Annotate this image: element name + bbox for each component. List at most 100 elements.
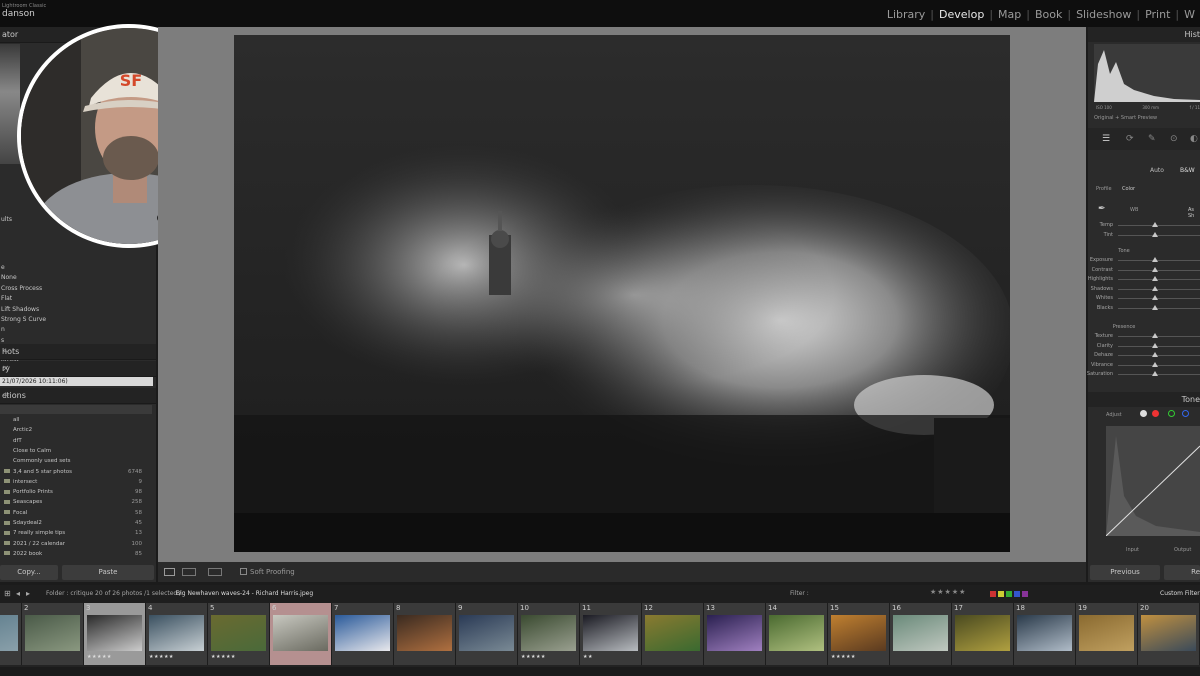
slider-thumb[interactable]: [1151, 295, 1158, 301]
auto-button[interactable]: Auto: [1150, 167, 1164, 174]
filmstrip-thumbnail[interactable]: 9: [456, 603, 518, 665]
slider-track[interactable]: [1118, 336, 1200, 337]
preset-item[interactable]: Cross Process: [1, 285, 42, 292]
slider-highlights[interactable]: Highlights: [1088, 275, 1200, 284]
filmstrip-thumbnail[interactable]: 19: [1076, 603, 1138, 665]
masking-icon[interactable]: ◐: [1190, 134, 1198, 144]
bw-button[interactable]: B&W: [1180, 167, 1195, 174]
history-item[interactable]: 21/07/2026 10:11:06): [0, 377, 153, 386]
red-eye-icon[interactable]: ⊙: [1170, 134, 1178, 144]
slider-track[interactable]: [1118, 374, 1200, 376]
slider-track[interactable]: [1118, 298, 1200, 300]
copy-settings-button[interactable]: Copy...: [0, 565, 58, 580]
module-w[interactable]: W: [1179, 8, 1200, 21]
color-profile-select[interactable]: Color: [1122, 186, 1135, 192]
slider-track[interactable]: [1118, 308, 1200, 309]
slider-texture[interactable]: Texture: [1088, 332, 1200, 341]
wb-select[interactable]: As Sh: [1188, 207, 1200, 219]
collection-item[interactable]: Focal 58: [0, 510, 146, 516]
slider-track[interactable]: [1118, 345, 1200, 347]
slider-clarity[interactable]: Clarity: [1088, 342, 1200, 351]
add-snapshot-icon[interactable]: +: [2, 347, 151, 357]
blue-channel-icon[interactable]: [1182, 410, 1189, 417]
filmstrip-thumbnail[interactable]: 11 ★★: [580, 603, 642, 665]
filmstrip-thumbnail[interactable]: 5 ★★★★★: [208, 603, 270, 665]
preset-item[interactable]: Flat: [1, 295, 12, 302]
collection-item[interactable]: 3,4 and 5 star photos 6748: [0, 469, 146, 475]
slider-thumb[interactable]: [1151, 352, 1158, 358]
slider-tint[interactable]: Tint: [1088, 231, 1200, 240]
before-after-icon[interactable]: [182, 568, 196, 576]
collection-item[interactable]: 2021 / 22 calendar 100: [0, 541, 146, 547]
filmstrip-thumbnail[interactable]: 3 ★★★★★: [84, 603, 146, 665]
filmstrip-thumbnail[interactable]: [0, 603, 22, 665]
preset-item[interactable]: Strong S Curve: [1, 316, 46, 323]
slider-track[interactable]: [1118, 234, 1200, 236]
slider-track[interactable]: [1118, 355, 1200, 357]
slider-thumb[interactable]: [1151, 222, 1158, 227]
histogram[interactable]: [1094, 44, 1200, 102]
filmstrip-thumbnail[interactable]: 13: [704, 603, 766, 665]
back-arrow-icon[interactable]: ◂: [16, 589, 20, 598]
red-channel-icon[interactable]: [1152, 410, 1159, 417]
star-filter[interactable]: ★★★★★: [930, 588, 966, 596]
slider-whites[interactable]: Whites: [1088, 294, 1200, 303]
collection-item[interactable]: Sdaydeal2 45: [0, 520, 146, 526]
slider-track[interactable]: [1118, 364, 1200, 366]
preset-item[interactable]: None: [1, 274, 17, 281]
module-map[interactable]: Map: [993, 8, 1026, 21]
slider-thumb[interactable]: [1151, 361, 1158, 367]
module-book[interactable]: Book: [1030, 8, 1067, 21]
collection-item[interactable]: all: [0, 417, 146, 423]
slider-dehaze[interactable]: Dehaze: [1088, 351, 1200, 360]
collection-item[interactable]: Portfolio Prints 98: [0, 489, 146, 495]
module-develop[interactable]: Develop: [934, 8, 989, 21]
preset-item[interactable]: Lift Shadows: [1, 306, 39, 313]
develop-photo[interactable]: [234, 35, 1014, 552]
collection-item[interactable]: 2022 book 85: [0, 551, 146, 557]
snapshots-header[interactable]: hots +: [0, 344, 156, 360]
presets-group-label[interactable]: ults: [1, 216, 12, 223]
preset-item[interactable]: n: [1, 326, 5, 333]
tone-curve-graph[interactable]: [1105, 426, 1200, 537]
color-label-filter[interactable]: [990, 591, 1028, 597]
filmstrip-thumbnail[interactable]: 2: [22, 603, 84, 665]
slider-shadows[interactable]: Shadows: [1088, 285, 1200, 294]
filmstrip-thumbnail[interactable]: 8: [394, 603, 456, 665]
filmstrip-thumbnail[interactable]: 17: [952, 603, 1014, 665]
slider-track[interactable]: [1118, 260, 1200, 261]
slider-vibrance[interactable]: Vibrance: [1088, 361, 1200, 370]
slider-blacks[interactable]: Blacks: [1088, 304, 1200, 313]
collection-item[interactable]: Arctic2: [0, 427, 146, 433]
filmstrip-thumbnail[interactable]: 6: [270, 603, 332, 665]
collection-item[interactable]: Seascapes 258: [0, 499, 146, 505]
slider-saturation[interactable]: Saturation: [1087, 370, 1200, 379]
soft-proofing-checkbox[interactable]: [240, 568, 247, 575]
module-print[interactable]: Print: [1140, 8, 1175, 21]
loupe-view-icon[interactable]: [164, 568, 175, 576]
edit-sliders-icon[interactable]: ☰: [1102, 134, 1110, 144]
module-slideshow[interactable]: Slideshow: [1071, 8, 1136, 21]
source-path[interactable]: Folder : critique 20 of 26 photos /1 sel…: [46, 590, 181, 597]
before-after-split-icon[interactable]: [208, 568, 222, 576]
filmstrip-thumbnail[interactable]: 18: [1014, 603, 1076, 665]
collection-item[interactable]: Close to Calm: [0, 448, 146, 454]
histogram-header[interactable]: Hist: [1088, 27, 1200, 42]
green-channel-icon[interactable]: [1168, 410, 1175, 417]
slider-track[interactable]: [1118, 269, 1200, 271]
white-balance-eyedropper-icon[interactable]: ✒: [1098, 204, 1106, 214]
slider-thumb[interactable]: [1151, 305, 1158, 310]
slider-thumb[interactable]: [1151, 285, 1158, 291]
filmstrip-thumbnail[interactable]: 15 ★★★★★: [828, 603, 890, 665]
filmstrip-thumbnail[interactable]: 20: [1138, 603, 1200, 665]
slider-track[interactable]: [1118, 288, 1200, 290]
slider-thumb[interactable]: [1151, 333, 1158, 338]
slider-temp[interactable]: Temp: [1088, 221, 1200, 230]
slider-thumb[interactable]: [1151, 342, 1158, 348]
collections-search-input[interactable]: [0, 405, 152, 414]
filmstrip-thumbnail[interactable]: 4 ★★★★★: [146, 603, 208, 665]
filmstrip-thumbnail[interactable]: 10 ★★★★★: [518, 603, 580, 665]
healing-icon[interactable]: ✎: [1148, 134, 1156, 144]
slider-thumb[interactable]: [1151, 231, 1158, 237]
collection-item[interactable]: 7 really simple tips 13: [0, 530, 146, 536]
